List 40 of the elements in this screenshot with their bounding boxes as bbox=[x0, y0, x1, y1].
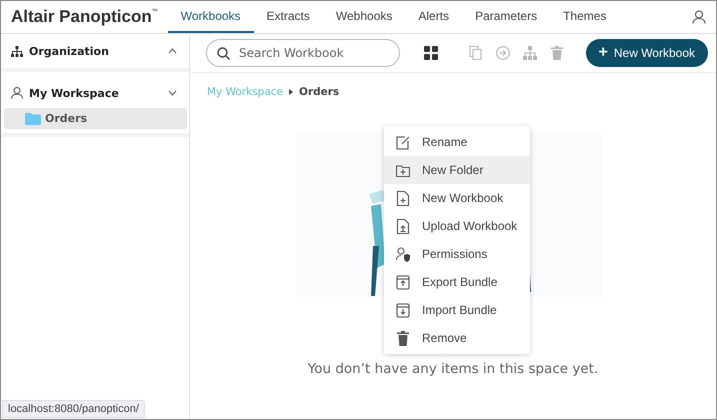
menu-item[interactable]: New Workbook bbox=[384, 184, 530, 212]
app-logo: Altair Panopticon$^{™}$ bbox=[10, 6, 159, 28]
search-icon bbox=[217, 47, 230, 60]
user-icon bbox=[11, 87, 23, 99]
user-shield-icon bbox=[396, 246, 410, 262]
breadcrumb-current: Orders bbox=[299, 86, 340, 98]
menu-item[interactable]: Import Bundle bbox=[384, 296, 530, 324]
nav-tab[interactable]: Parameters bbox=[462, 1, 550, 33]
folder-item[interactable]: Orders bbox=[4, 108, 187, 129]
section-title[interactable]: My Workspace bbox=[29, 86, 162, 100]
menu-item[interactable]: Rename bbox=[384, 128, 530, 156]
menu-item[interactable]: Export Bundle bbox=[384, 268, 530, 296]
caret-icon bbox=[289, 89, 294, 95]
nav-tab[interactable]: Webhooks bbox=[322, 1, 406, 33]
box-icon bbox=[396, 274, 410, 290]
folder-icon bbox=[25, 112, 41, 124]
menu-item[interactable]: New Folder bbox=[384, 156, 530, 184]
grid-view-icon[interactable] bbox=[424, 46, 438, 60]
user-icon[interactable] bbox=[692, 10, 706, 24]
search-field[interactable]: Search Workbook bbox=[206, 39, 400, 67]
hierarchy-icon bbox=[11, 46, 23, 56]
menu-item[interactable]: Permissions bbox=[384, 240, 530, 268]
chevron-down-icon[interactable] bbox=[168, 90, 177, 96]
box-icon bbox=[396, 302, 410, 318]
status-url: localhost:8080/panopticon/ bbox=[2, 400, 145, 418]
folder-plus-icon bbox=[396, 162, 410, 178]
nav-tab[interactable]: Workbooks bbox=[168, 1, 254, 33]
nav-tab[interactable]: Alerts bbox=[405, 1, 462, 33]
file-upload-icon bbox=[396, 218, 410, 234]
edit-icon bbox=[396, 134, 410, 150]
empty-message: You don’t have any items in this space yet. bbox=[308, 361, 598, 377]
section-title[interactable]: Organization bbox=[29, 44, 162, 58]
nav-tab[interactable]: Extracts bbox=[254, 1, 323, 33]
nav-tab[interactable]: Themes bbox=[550, 1, 620, 33]
menu-item[interactable]: Remove bbox=[384, 324, 530, 352]
file-plus-icon bbox=[396, 190, 410, 206]
menu-item[interactable]: Upload Workbook bbox=[384, 212, 530, 240]
chevron-up-icon[interactable] bbox=[168, 48, 177, 54]
new-workbook-button[interactable]: + New Workbook bbox=[586, 39, 708, 67]
delete-icon bbox=[396, 330, 410, 346]
